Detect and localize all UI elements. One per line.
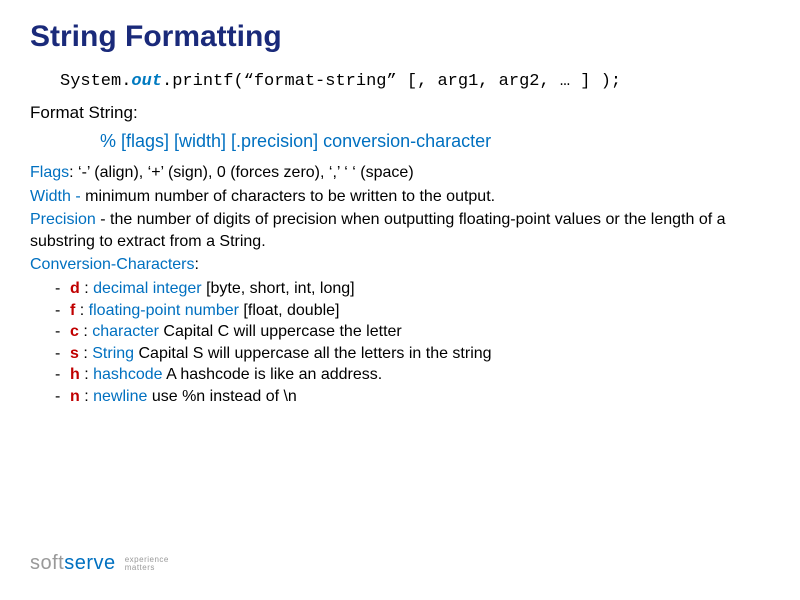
syntax-pre: System.: [60, 72, 131, 91]
conv-desc: character: [92, 323, 159, 340]
conv-tail: [byte, short, int, long]: [202, 280, 355, 297]
width-text: minimum number of characters to be writt…: [85, 188, 495, 205]
precision-text: - the number of digits of precision when…: [30, 211, 726, 250]
conv-sep: :: [79, 323, 92, 340]
conv-tail: [float, double]: [239, 302, 340, 319]
conv-sep: :: [80, 366, 93, 383]
conv-label: Conversion-Characters: [30, 256, 195, 273]
logo-tagline: experience matters: [125, 556, 169, 572]
list-item: s : String Capital S will uppercase all …: [70, 343, 770, 365]
conv-desc: decimal integer: [93, 280, 202, 297]
conv-sep: :: [79, 345, 92, 362]
format-string-label: Format String:: [30, 103, 770, 123]
flags-label: Flags: [30, 164, 69, 181]
flags-line: Flags: ‘-’ (align), ‘+’ (sign), 0 (force…: [30, 162, 770, 184]
conv-desc: String: [92, 345, 134, 362]
conv-tail: use %n instead of \n: [147, 388, 296, 405]
list-item: h : hashcode A hashcode is like an addre…: [70, 364, 770, 386]
page-title: String Formatting: [30, 20, 770, 54]
list-item: d : decimal integer [byte, short, int, l…: [70, 278, 770, 300]
conv-sep: :: [80, 280, 93, 297]
conv-char: n: [70, 388, 80, 405]
logo-soft: soft: [30, 552, 64, 574]
conv-sep: :: [80, 388, 93, 405]
conv-char: h: [70, 366, 80, 383]
precision-label: Precision: [30, 211, 96, 228]
syntax-line: System.out.printf(“format-string” [, arg…: [60, 72, 770, 91]
conv-desc: hashcode: [93, 366, 162, 383]
conv-desc: newline: [93, 388, 147, 405]
conv-tail: Capital S will uppercase all the letters…: [134, 345, 492, 362]
list-item: f : floating-point number [float, double…: [70, 300, 770, 322]
list-item: c : character Capital C will uppercase t…: [70, 321, 770, 343]
conv-tail: A hashcode is like an address.: [163, 366, 383, 383]
flags-text: : ‘-’ (align), ‘+’ (sign), 0 (forces zer…: [69, 164, 414, 181]
width-line: Width - minimum number of characters to …: [30, 186, 770, 208]
precision-line: Precision - the number of digits of prec…: [30, 209, 770, 252]
conv-colon: :: [195, 256, 199, 273]
conv-desc: floating-point number: [89, 302, 239, 319]
conv-char: s: [70, 345, 79, 362]
logo: softserve experience matters: [30, 552, 169, 575]
list-item: n : newline use %n instead of \n: [70, 386, 770, 408]
conv-char: d: [70, 280, 80, 297]
logo-serve: serve: [64, 552, 115, 574]
width-label: Width: [30, 188, 71, 205]
conversion-list: d : decimal integer [byte, short, int, l…: [70, 278, 770, 408]
conv-tail: Capital C will uppercase the letter: [159, 323, 402, 340]
conv-char: c: [70, 323, 79, 340]
conv-sep: :: [75, 302, 88, 319]
width-dash: -: [71, 188, 85, 205]
format-spec: % [flags] [width] [.precision] conversio…: [100, 131, 770, 152]
conversion-characters-label: Conversion-Characters:: [30, 254, 770, 276]
syntax-out: out: [131, 72, 162, 91]
logo-tag2: matters: [125, 563, 155, 572]
syntax-post: .printf(“format-string” [, arg1, arg2, ……: [162, 72, 621, 91]
